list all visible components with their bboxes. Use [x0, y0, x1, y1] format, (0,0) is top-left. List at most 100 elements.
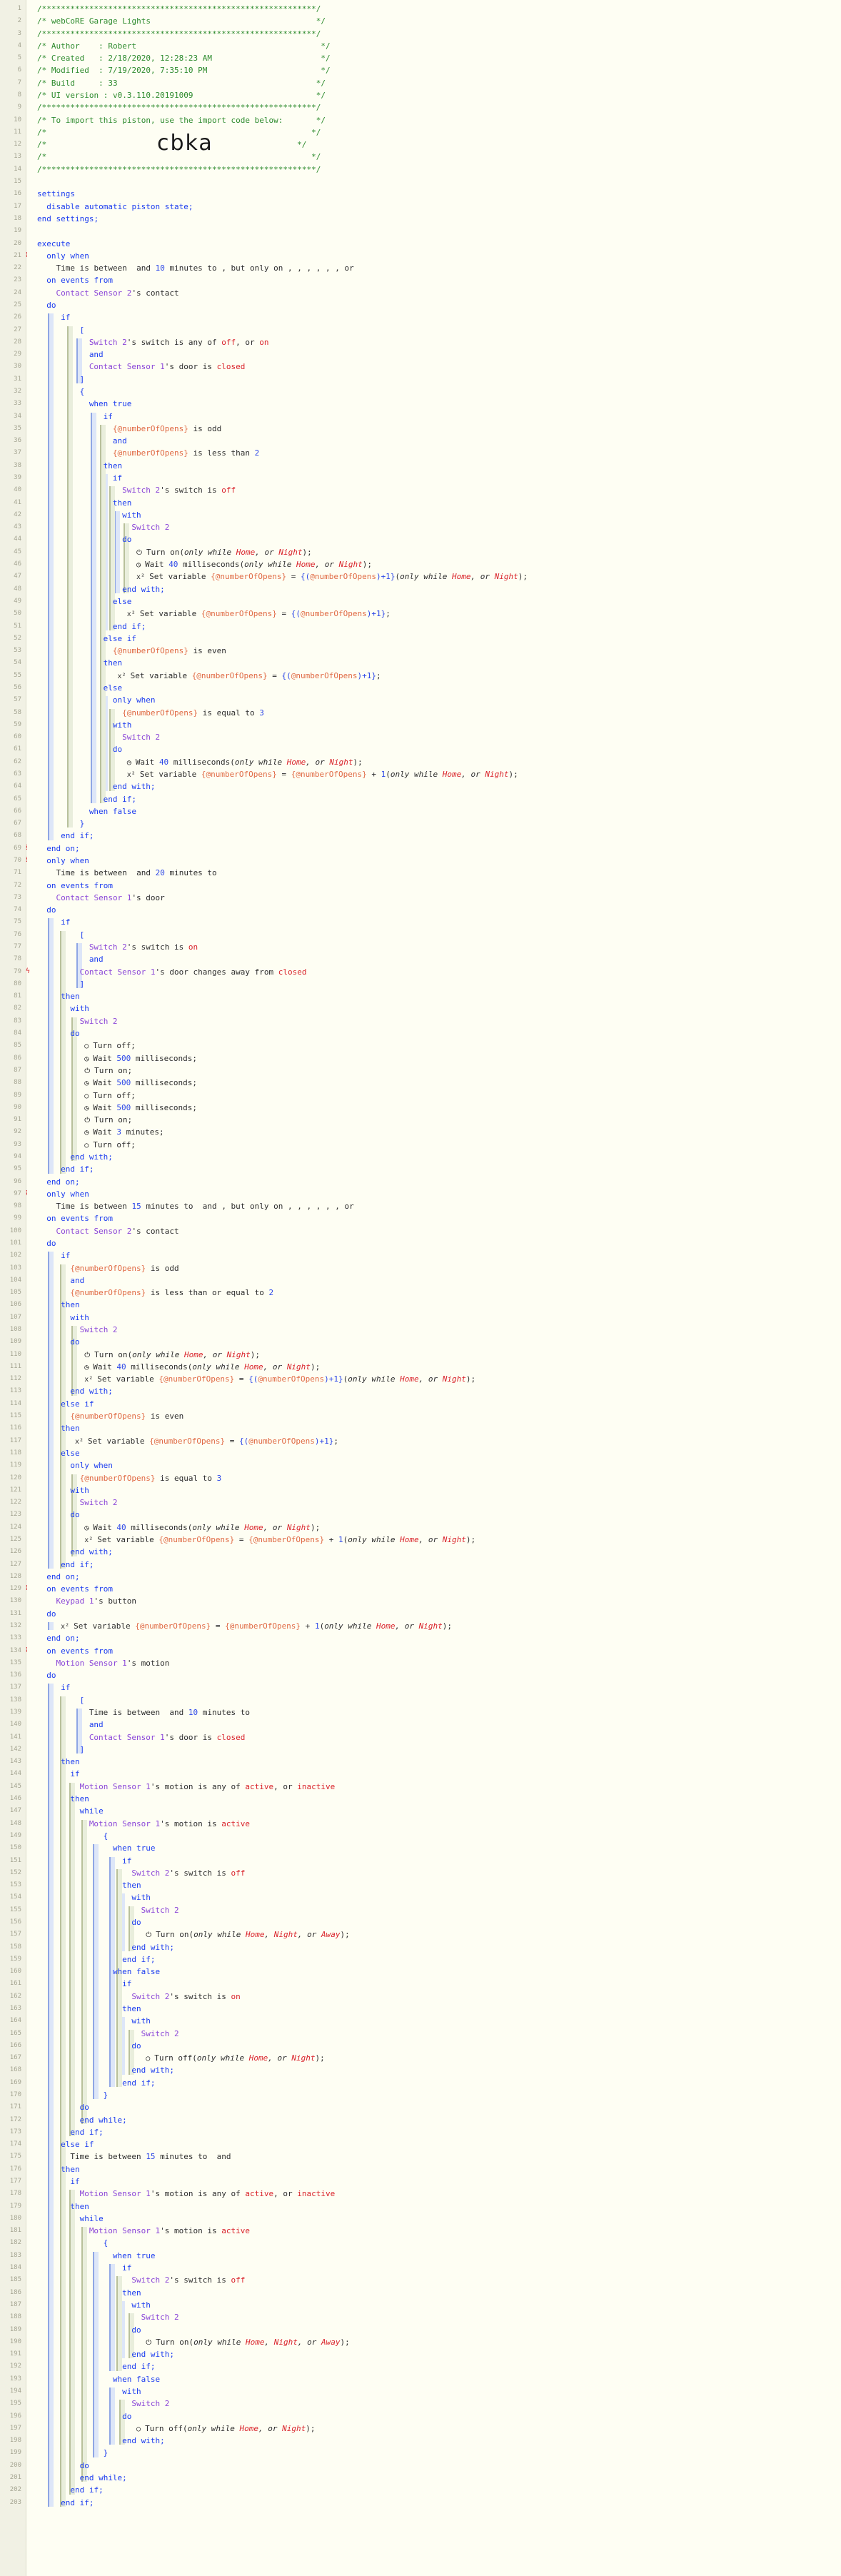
code-line[interactable]: Time is between 15 minutes to and [70, 2150, 236, 2163]
code-line[interactable]: end if; [70, 2484, 103, 2496]
code-line[interactable]: do [131, 2324, 141, 2336]
code-line[interactable]: if [113, 472, 122, 484]
code-line[interactable]: end if; [122, 2077, 155, 2089]
code-line[interactable]: Contact Sensor 1's door changes away fro… [80, 966, 307, 978]
code-line[interactable]: if [61, 916, 70, 928]
code-line[interactable]: if [61, 1249, 70, 1262]
code-line[interactable]: do [46, 904, 56, 916]
code-line[interactable]: else [61, 1447, 80, 1459]
code-line[interactable]: /***************************************… [37, 101, 321, 114]
code-line[interactable]: Motion Sensor 1's motion is any of activ… [80, 2188, 336, 2200]
code-line[interactable]: do [46, 1608, 56, 1620]
code-line[interactable]: on events from [46, 1583, 113, 1595]
code-line[interactable]: ○ Turn off(only while Home, or Night); [146, 2052, 325, 2064]
code-line[interactable]: end if; [61, 1163, 94, 1175]
code-line[interactable]: with [131, 2015, 151, 2027]
code-line[interactable]: /***************************************… [37, 28, 321, 40]
code-line[interactable]: then [70, 1793, 89, 1805]
code-line[interactable]: when false [89, 805, 136, 817]
code-line[interactable]: { [80, 386, 85, 398]
code-line[interactable]: end with; [122, 583, 165, 595]
code-line[interactable]: when true [113, 2250, 156, 2262]
code-line[interactable]: Switch 2 [131, 2398, 169, 2410]
code-line[interactable]: x² Set variable {@numberOfOpens} = {(@nu… [84, 1373, 475, 1385]
code-line[interactable]: do [80, 2460, 89, 2472]
code-line[interactable]: /* webCoRE Garage Lights */ [37, 15, 326, 27]
code-line[interactable]: {@numberOfOpens} is equal to 3 [80, 1472, 222, 1484]
code-line[interactable]: Switch 2's switch is off [131, 1867, 245, 1879]
code-line[interactable]: /* Build : 33 */ [37, 77, 326, 89]
code-line[interactable]: with [70, 1002, 89, 1015]
code-line[interactable]: if [122, 1978, 131, 1990]
code-line[interactable]: {@numberOfOpens} is less than 2 [113, 447, 259, 459]
code-line[interactable]: ◷ Wait 3 minutes; [84, 1126, 163, 1138]
code-line[interactable]: do [80, 2101, 89, 2113]
code-line[interactable]: only when [113, 694, 156, 706]
code-line[interactable]: if [61, 1681, 70, 1694]
code-line[interactable]: end settings; [37, 213, 99, 225]
code-line[interactable]: Time is between and 10 minutes to , but … [56, 262, 358, 274]
code-line[interactable]: do [131, 1916, 141, 1928]
code-line[interactable]: end if; [122, 1953, 155, 1966]
code-line[interactable]: with [70, 1312, 89, 1324]
code-line[interactable]: end while; [80, 2114, 127, 2126]
code-line[interactable]: if [122, 1855, 131, 1867]
code-line[interactable]: while [80, 1805, 104, 1817]
code-line[interactable]: settings [37, 188, 75, 200]
code-line[interactable]: ⏻ Turn on(only while Home, or Night); [84, 1349, 260, 1361]
code-line[interactable]: if [70, 1768, 79, 1780]
code-line[interactable]: end if; [61, 1559, 94, 1571]
code-line[interactable]: only when [46, 855, 89, 867]
code-line[interactable]: do [70, 1336, 79, 1348]
code-line[interactable]: when false [113, 2373, 160, 2385]
code-line[interactable]: with [131, 2299, 151, 2311]
code-line[interactable]: ○ Turn off; [84, 1040, 136, 1052]
code-line[interactable]: ◷ Wait 40 milliseconds(only while Home, … [136, 558, 372, 570]
code-line[interactable]: else [113, 595, 132, 608]
code-line[interactable]: execute [37, 238, 70, 250]
code-line[interactable]: only when [46, 250, 89, 262]
code-line[interactable]: [ [80, 324, 85, 336]
code-line[interactable]: /***************************************… [37, 163, 321, 176]
code-line[interactable]: end if; [61, 830, 94, 842]
code-line[interactable]: when false [113, 1966, 160, 1978]
code-line[interactable]: [ [80, 1694, 85, 1706]
code-line[interactable]: x² Set variable {@numberOfOpens} = {@num… [61, 1620, 452, 1632]
code-line[interactable]: disable automatic piston state; [46, 201, 193, 213]
code-line[interactable]: then [61, 1756, 80, 1768]
code-line[interactable]: } [80, 817, 85, 830]
code-line[interactable]: ○ Turn off(only while Home, or Night); [136, 2422, 316, 2435]
code-line[interactable]: then [70, 2200, 89, 2213]
code-line[interactable]: on events from [46, 1212, 113, 1224]
code-line[interactable]: ⏻ Turn on; [84, 1065, 132, 1077]
code-line[interactable]: do [46, 299, 56, 311]
code-line[interactable]: end if; [70, 2126, 103, 2138]
code-line[interactable]: if [122, 2262, 131, 2274]
code-line[interactable]: end with; [70, 1151, 113, 1163]
code-line[interactable]: end with; [131, 2348, 174, 2360]
code-line[interactable]: do [70, 1509, 79, 1521]
code-line[interactable]: [ [80, 929, 85, 941]
code-line[interactable]: then [61, 1422, 80, 1434]
code-line[interactable]: Motion Sensor 1's motion is any of activ… [80, 1781, 336, 1793]
code-line[interactable]: ⏻ Turn on; [84, 1114, 132, 1126]
code-line[interactable]: on events from [46, 880, 113, 892]
code-line[interactable]: } [104, 2447, 109, 2459]
code-line[interactable]: Switch 2 [80, 1324, 118, 1336]
code-line[interactable]: {@numberOfOpens} is even [113, 645, 226, 657]
code-line[interactable]: ⏻ Turn on(only while Home, Night, or Awa… [146, 2336, 350, 2348]
code-line[interactable]: {@numberOfOpens} is odd [113, 423, 221, 435]
code-line[interactable]: Motion Sensor 1's motion [56, 1657, 169, 1669]
code-line[interactable]: end with; [70, 1546, 113, 1558]
code-line[interactable]: ] [80, 373, 85, 386]
code-line[interactable]: then [104, 460, 123, 472]
code-line[interactable]: Switch 2 [80, 1496, 118, 1509]
code-line[interactable]: do [46, 1237, 56, 1249]
code-line[interactable]: with [70, 1484, 89, 1496]
code-line[interactable]: only when [70, 1459, 113, 1471]
code-line[interactable]: Switch 2 [141, 2028, 179, 2040]
code-line[interactable]: ] [80, 978, 85, 990]
code-line[interactable]: Contact Sensor 1's door [56, 892, 164, 904]
code-line[interactable]: /* Created : 2/18/2020, 12:28:23 AM */ [37, 52, 331, 64]
code-line[interactable]: x² Set variable {@numberOfOpens} = {@num… [127, 768, 518, 780]
